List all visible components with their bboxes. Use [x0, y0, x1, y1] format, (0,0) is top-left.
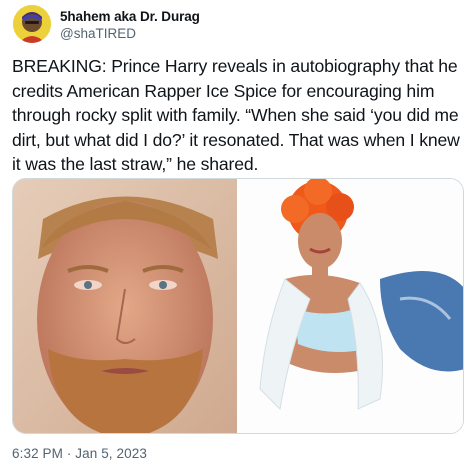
avatar-icon	[13, 5, 51, 43]
tweet-text: BREAKING: Prince Harry reveals in autobi…	[12, 56, 460, 174]
artist-photo	[240, 179, 463, 433]
tweet-header: 5hahem aka Dr. Durag @shaTIRED	[10, 4, 464, 48]
tweet-timestamp[interactable]: 6:32 PM · Jan 5, 2023	[12, 446, 147, 461]
display-name[interactable]: 5hahem aka Dr. Durag	[60, 8, 200, 25]
portrait-photo	[13, 179, 237, 433]
media-photo-left[interactable]	[13, 179, 237, 433]
tweet-media[interactable]	[12, 178, 464, 434]
media-photo-right[interactable]	[240, 179, 463, 433]
avatar[interactable]	[13, 5, 51, 43]
user-handle[interactable]: @shaTIRED	[60, 25, 200, 42]
